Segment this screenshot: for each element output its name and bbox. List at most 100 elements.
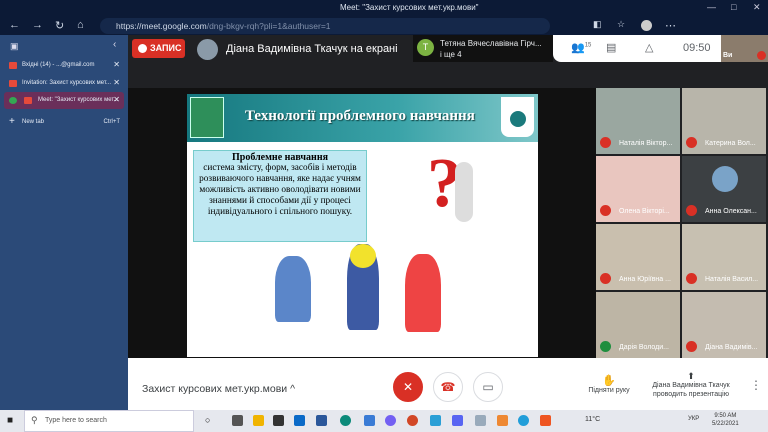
chevron-up-icon: ^ <box>290 383 296 395</box>
vertical-tabs-sidebar: ▣ ‹ Вхідні (14) - ...@gmail.com ✕ Invitat… <box>0 35 128 410</box>
profile-avatar[interactable] <box>641 20 652 31</box>
mic-off-icon <box>757 51 766 60</box>
preview-name: Тетяна Вячеславівна Гірч... <box>440 39 542 48</box>
url-input[interactable]: https://meet.google.com/dng-bkgv-rqh?pli… <box>100 18 550 34</box>
people-icon[interactable]: 👥15 <box>571 41 591 54</box>
meet-controls: 👥15 ▤ △ 09:50 <box>553 35 721 62</box>
thinking-figure <box>455 162 473 222</box>
maximize-button[interactable]: □ <box>731 2 736 12</box>
mail-icon[interactable] <box>294 415 305 426</box>
store-icon[interactable] <box>273 415 284 426</box>
participant-tile[interactable]: Катерина Вол... <box>682 88 766 154</box>
weather[interactable]: 11°C <box>585 416 600 423</box>
participant-tile[interactable]: Анна Юріївна ... <box>596 224 680 290</box>
participant-tile[interactable]: Діана Вадимів... <box>682 292 766 358</box>
leave-call-button[interactable]: ☎ <box>433 372 463 402</box>
app-icon[interactable] <box>430 415 441 426</box>
participant-name: Діана Вадимів... <box>705 344 758 351</box>
phone-icon[interactable] <box>364 415 375 426</box>
self-view[interactable]: Ви <box>721 35 768 62</box>
time: 9:50 AM <box>714 413 737 419</box>
box-text: система змісту, форм, засобів і методів … <box>199 163 361 217</box>
activities-icon[interactable]: △ <box>645 41 653 54</box>
word-icon[interactable] <box>316 415 327 426</box>
meet-icon <box>9 97 17 104</box>
close-tab-icon[interactable]: ✕ <box>113 78 120 87</box>
paint-icon[interactable] <box>475 415 486 426</box>
avatar: T <box>417 39 434 56</box>
tab-invitation[interactable]: Invitation: Захист курсових мет... ✕ <box>4 75 124 92</box>
participants-grid: Наталія Віктор... Катерина Вол... Олена … <box>596 88 768 360</box>
participant-name: Наталія Васил... <box>705 276 759 283</box>
preview-more: і ще 4 <box>440 50 462 59</box>
more-icon[interactable]: ⋯ <box>665 19 676 32</box>
cartoon-man-lightbulb <box>347 244 379 330</box>
gmail-icon <box>9 62 17 69</box>
close-tab-icon[interactable]: ✕ <box>113 95 120 104</box>
participant-tile[interactable]: Анна Олексан... <box>682 156 766 222</box>
tab-label: Meet: "Захист курсових мет... <box>38 97 119 103</box>
url-host: https://meet.google.com <box>116 21 207 31</box>
people-count: 15 <box>584 42 592 49</box>
home-icon[interactable]: ⌂ <box>77 19 84 31</box>
raise-hand-label: Підняти руку <box>588 387 630 394</box>
clock[interactable]: 9:50 AM 5/22/2021 <box>712 412 739 428</box>
cortana-icon[interactable]: ○ <box>205 415 210 425</box>
more-options-icon[interactable]: ⋮ <box>750 378 762 392</box>
window-title: Meet: "Захист курсових мет.укр.мови" <box>340 3 479 12</box>
back-icon[interactable]: ← <box>9 19 20 31</box>
meeting-name: Захист курсових мет.укр.мови <box>142 383 288 395</box>
new-tab-label: New tab <box>22 119 45 125</box>
telegram-icon[interactable] <box>518 415 529 426</box>
participant-tile[interactable]: Олена Вікторі... <box>596 156 680 222</box>
cartoon-chef <box>405 254 441 332</box>
self-label: Ви <box>723 52 733 59</box>
tab-label: Invitation: Захист курсових мет... <box>22 80 111 86</box>
minimize-button[interactable]: — <box>707 2 716 12</box>
refresh-icon[interactable]: ↻ <box>55 19 64 32</box>
close-button[interactable]: ✕ <box>753 2 761 13</box>
camera-toggle-button[interactable]: ▭ <box>473 372 503 402</box>
tab-gmail[interactable]: Вхідні (14) - ...@gmail.com ✕ <box>4 57 124 74</box>
tab-meet-active[interactable]: Meet: "Захист курсових мет... ✕ <box>4 92 124 109</box>
presenting-line1: Діана Вадимівна Ткачук <box>652 382 730 389</box>
presenter-avatar <box>197 39 218 60</box>
roblox-icon[interactable] <box>540 415 551 426</box>
title-bar: Meet: "Захист курсових мет.укр.мови" — □… <box>0 0 768 17</box>
raise-hand-button[interactable]: ✋ Підняти руку <box>583 374 635 394</box>
powerpoint-icon[interactable] <box>407 415 418 426</box>
cartoon-man-confused <box>275 256 311 322</box>
box-heading: Проблемне навчання <box>231 152 328 163</box>
recording-icon <box>24 97 32 104</box>
presenting-button[interactable]: ⬆ Діана Вадимівна Ткачук проводить презент… <box>645 372 737 399</box>
windows-start-icon[interactable]: ■ <box>7 415 13 426</box>
file-explorer-icon[interactable] <box>253 415 264 426</box>
date: 5/22/2021 <box>712 421 739 427</box>
mic-off-icon <box>600 137 611 148</box>
clock: 09:50 <box>683 42 711 54</box>
participant-tile[interactable]: Наталія Васил... <box>682 224 766 290</box>
participant-tile[interactable]: Дарія Володи... <box>596 292 680 358</box>
collapse-chevron-icon[interactable]: ‹ <box>113 39 116 50</box>
chat-icon[interactable]: ▤ <box>606 41 616 54</box>
participant-preview[interactable]: T Тетяна Вячеславівна Гірч... і ще 4 <box>413 35 553 62</box>
edge-icon[interactable] <box>340 415 351 426</box>
task-view-icon[interactable] <box>232 415 243 426</box>
discord-icon[interactable] <box>452 415 463 426</box>
colorful-app-icon[interactable] <box>497 415 508 426</box>
viber-icon[interactable] <box>385 415 396 426</box>
collections-icon[interactable]: ◧ <box>593 19 602 30</box>
participant-name: Дарія Володи... <box>619 344 669 351</box>
forward-icon[interactable]: → <box>32 19 43 31</box>
recording-badge[interactable]: ЗАПИС <box>132 39 185 58</box>
close-tab-icon[interactable]: ✕ <box>113 60 120 69</box>
slide-header: Технології проблемного навчання <box>187 94 538 142</box>
meeting-details-toggle[interactable]: Захист курсових мет.укр.мови ^ <box>142 383 295 395</box>
language[interactable]: УКР <box>688 416 699 422</box>
new-tab-button[interactable]: + New tab Ctrl+T <box>4 114 124 131</box>
mic-toggle-button[interactable]: ✕ <box>393 372 423 402</box>
tab-actions-icon[interactable]: ▣ <box>10 41 19 52</box>
favorites-icon[interactable]: ☆ <box>617 19 625 30</box>
participant-tile[interactable]: Наталія Віктор... <box>596 88 680 154</box>
taskbar-search[interactable]: ⚲ Type here to search <box>24 410 194 432</box>
